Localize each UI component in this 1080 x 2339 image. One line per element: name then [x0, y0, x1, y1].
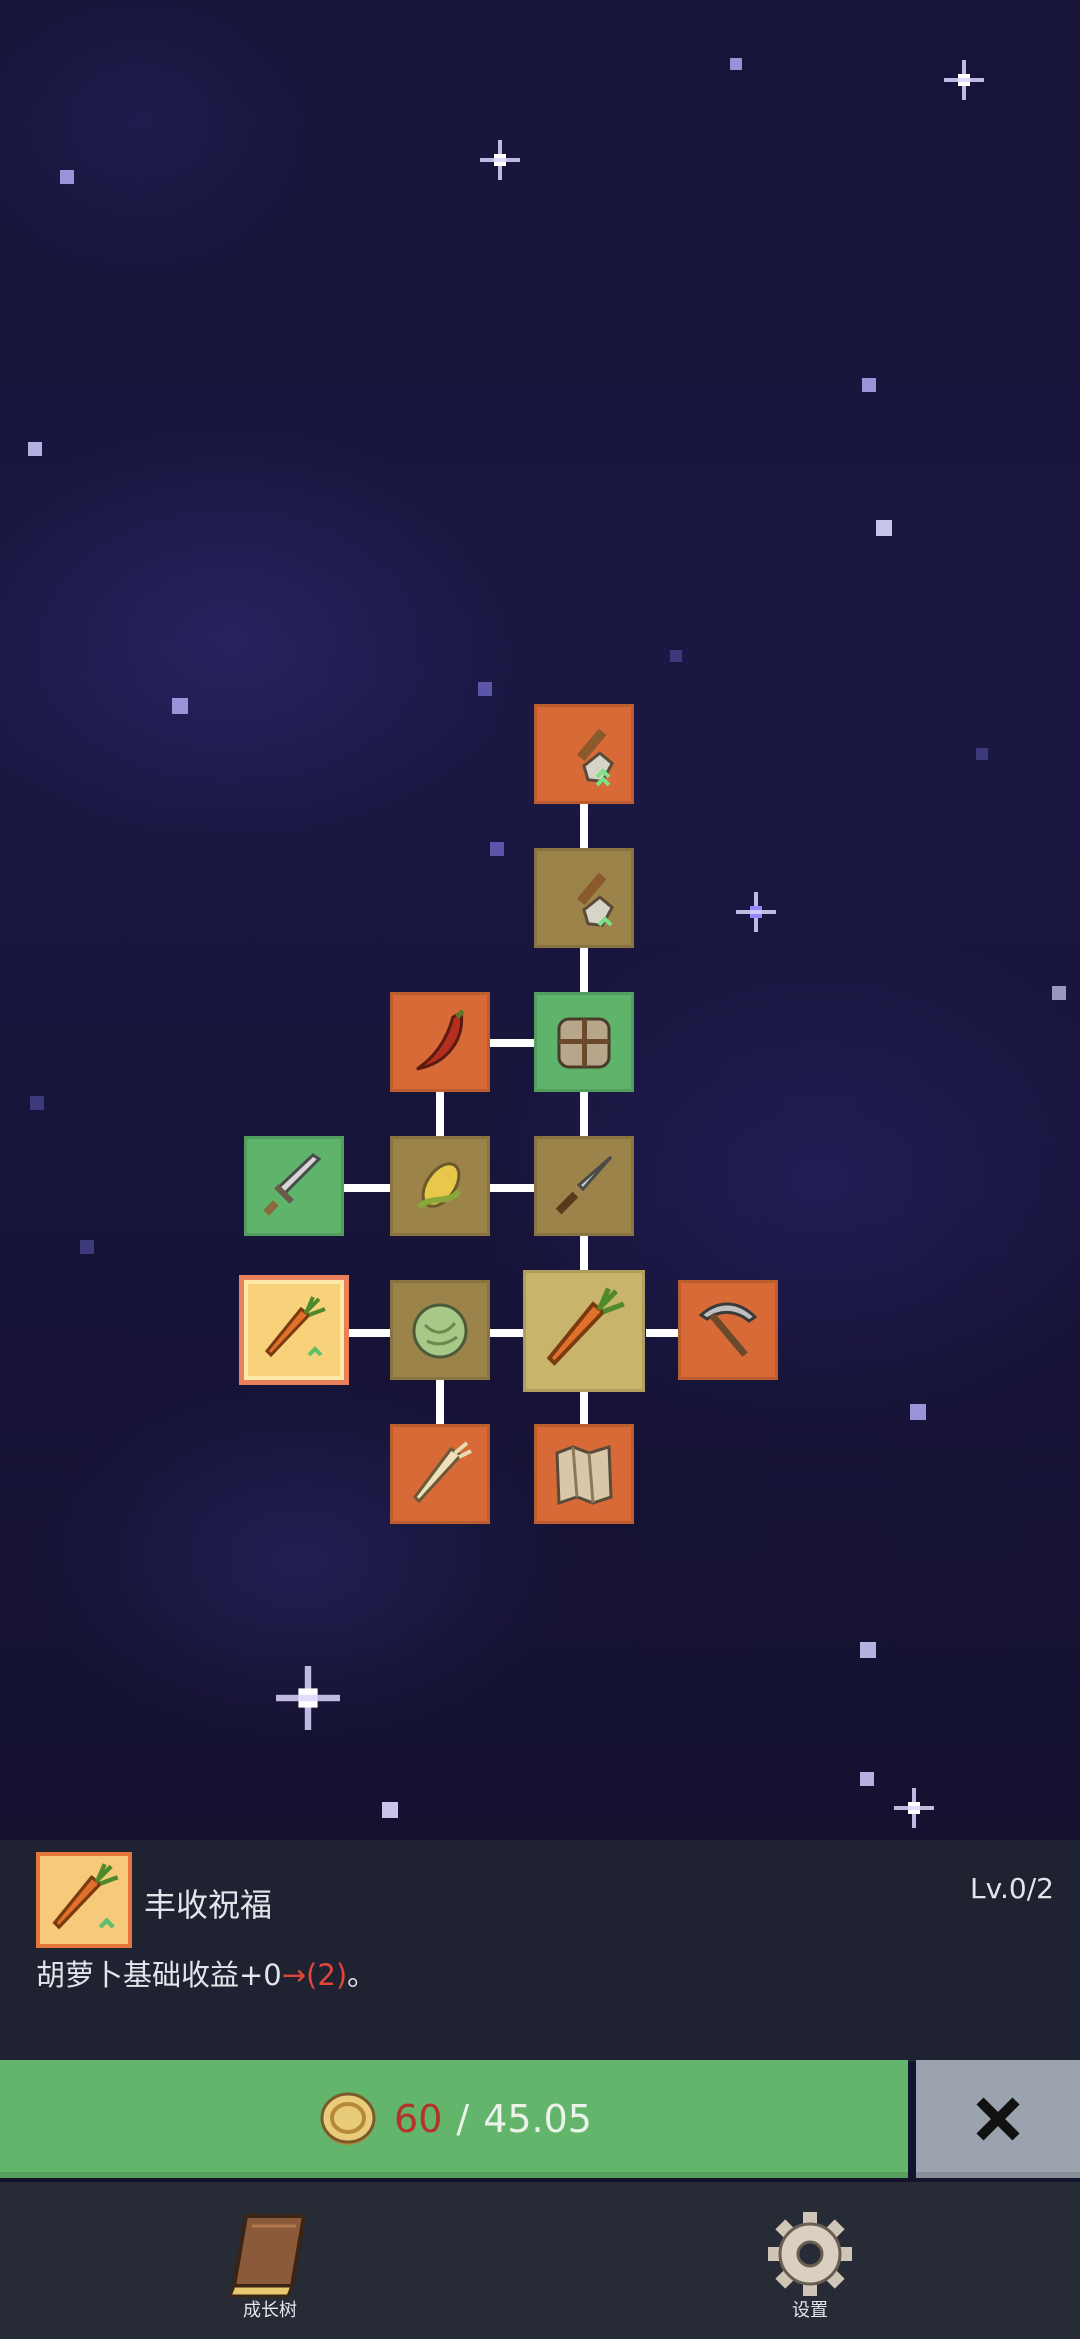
skill-info-panel: 丰收祝福 Lv.0/2 胡萝卜基础收益+0→(2)。: [0, 1840, 1080, 2062]
carrot-blessing-node[interactable]: [244, 1280, 344, 1380]
nav-settings[interactable]: 设置: [750, 2208, 870, 2322]
map-node[interactable]: [534, 1424, 634, 1524]
desc-prefix: 胡萝卜基础收益+0: [36, 1958, 282, 1992]
tree-link: [580, 946, 588, 992]
shovel-upgrade-node[interactable]: [534, 704, 634, 804]
carrot-upgrade-icon: [264, 1296, 326, 1358]
parsnip-node[interactable]: [390, 1424, 490, 1524]
skill-description: 胡萝卜基础收益+0→(2)。: [36, 1952, 376, 1994]
cabbage-icon: [412, 1303, 468, 1359]
carrot-upgrade-icon: [52, 1863, 119, 1930]
tree-link: [580, 1090, 588, 1136]
tree-link: [344, 1329, 390, 1337]
desc-suffix: 。: [347, 1958, 377, 1992]
skill-name: 丰收祝福: [144, 1886, 273, 1924]
tree-link: [344, 1184, 390, 1192]
nav-growth-tree-label: 成长树: [243, 2300, 297, 2321]
book-icon: [227, 2214, 307, 2298]
selected-skill-icon: [36, 1852, 132, 1948]
backpack-icon: [557, 1017, 611, 1069]
shovel-upgrade-icon: [576, 728, 615, 787]
sword-node[interactable]: [244, 1136, 344, 1236]
coin-icon: [320, 2092, 376, 2145]
tree-link: [580, 802, 588, 848]
shovel-icon: [576, 872, 615, 927]
parsnip-icon: [413, 1441, 472, 1504]
shovel-node[interactable]: [534, 848, 634, 948]
cost-separator: /: [456, 2097, 470, 2141]
chili-node[interactable]: [390, 992, 490, 1092]
cost-current: 60: [394, 2097, 443, 2141]
close-button[interactable]: [916, 2060, 1080, 2178]
corn-node[interactable]: [390, 1136, 490, 1236]
knife-node[interactable]: [534, 1136, 634, 1236]
nav-growth-tree[interactable]: 成长树: [210, 2208, 330, 2322]
carrot-icon: [546, 1287, 625, 1366]
pickaxe-node[interactable]: [678, 1280, 778, 1380]
tree-link: [488, 1329, 524, 1337]
backpack-node[interactable]: [534, 992, 634, 1092]
chili-pepper-icon: [416, 1009, 465, 1071]
tree-link: [488, 1039, 534, 1047]
tree-link: [580, 1390, 588, 1424]
cabbage-node[interactable]: [390, 1280, 490, 1380]
carrot-root-node[interactable]: [523, 1270, 645, 1392]
tree-link: [580, 1234, 588, 1274]
desc-next-value: →(2): [281, 1958, 348, 1992]
skill-level: Lv.0/2: [970, 1872, 1054, 1905]
sword-icon: [263, 1153, 322, 1216]
upgrade-button[interactable]: 60 / 45.05: [0, 2060, 908, 2178]
nav-settings-label: 设置: [792, 2300, 828, 2321]
gear-icon: [768, 2212, 852, 2296]
map-icon: [555, 1445, 613, 1506]
tree-link: [436, 1378, 444, 1424]
cost-required: 45.05: [483, 2097, 592, 2141]
corn-icon: [416, 1162, 462, 1210]
tree-link: [646, 1329, 678, 1337]
bottom-nav: 成长树 设置: [0, 2182, 1080, 2339]
tree-link: [488, 1184, 534, 1192]
tree-link: [436, 1090, 444, 1136]
knife-icon: [555, 1155, 613, 1215]
close-icon: [976, 2097, 1020, 2141]
pickaxe-icon: [698, 1302, 758, 1357]
